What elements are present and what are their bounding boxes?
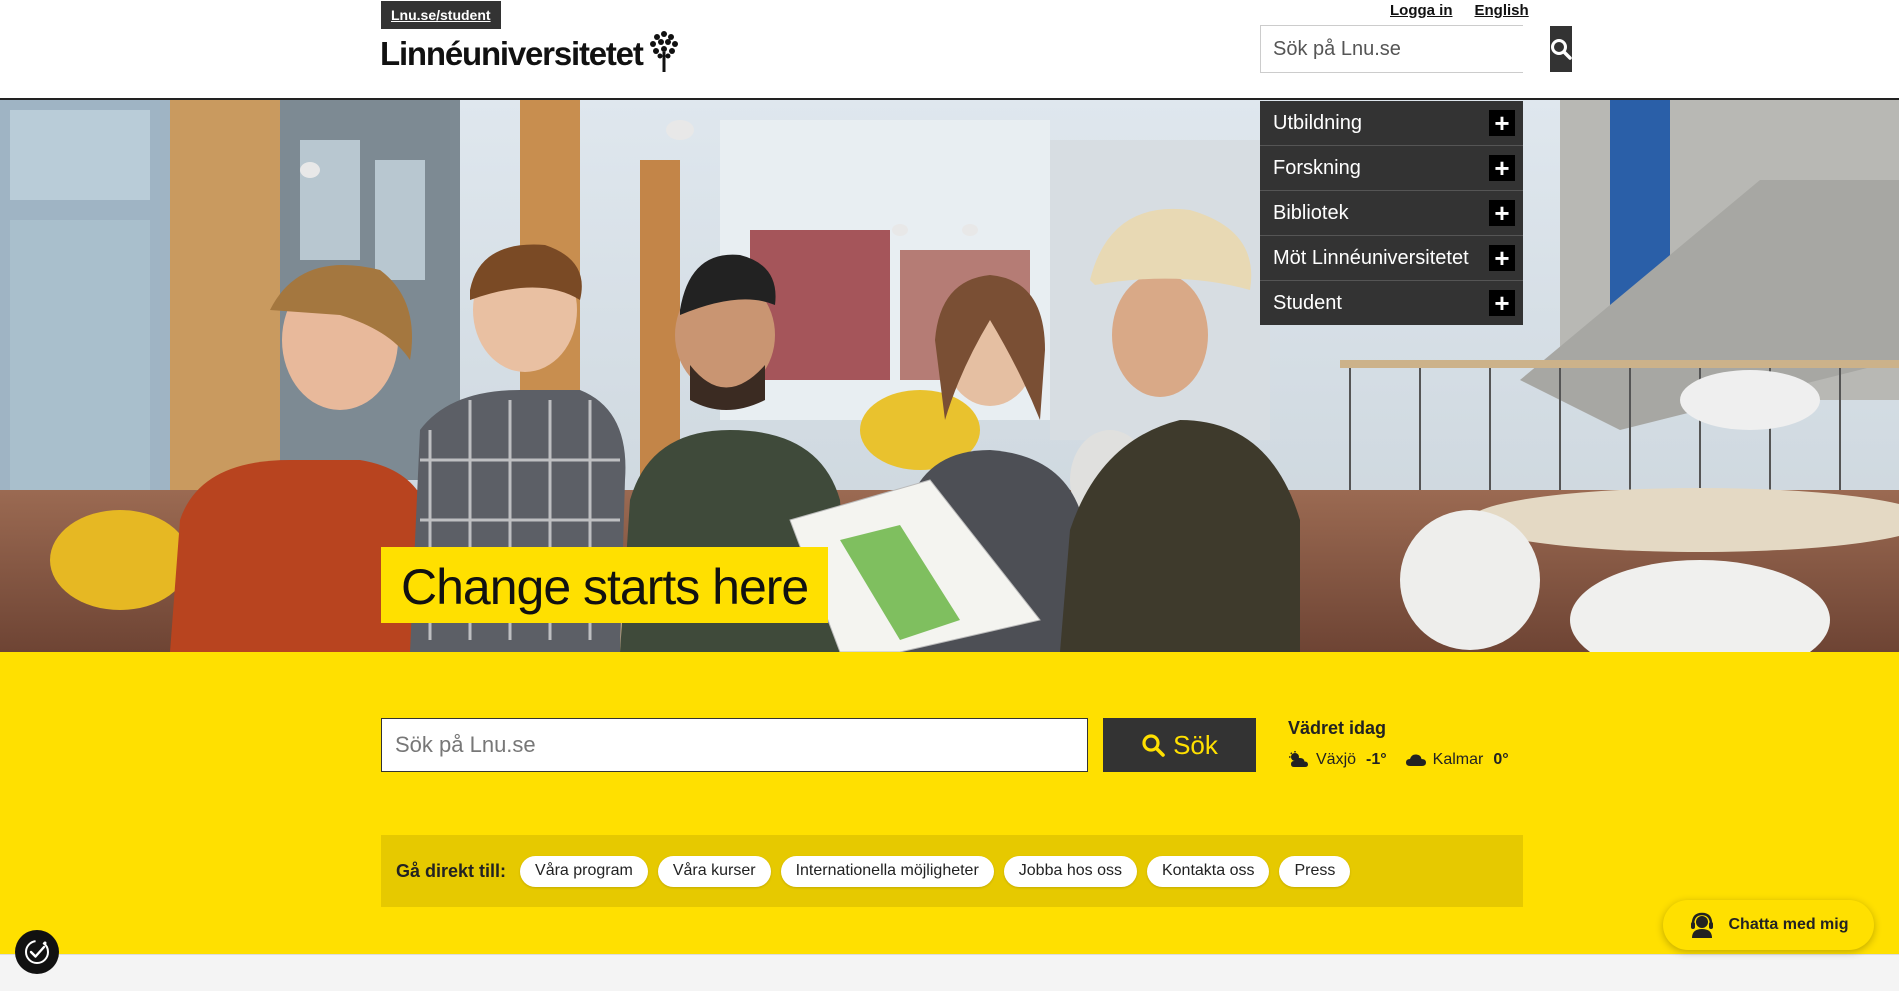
search-icon	[1551, 39, 1572, 60]
main-nav: Utbildning + Forskning + Bibliotek + Möt…	[1260, 101, 1523, 325]
quick-links: Gå direkt till: Våra program Våra kurser…	[381, 835, 1523, 907]
search-band	[0, 652, 1899, 954]
hero-tagline: Change starts here	[381, 547, 829, 623]
weather-city: Växjö -1°	[1288, 751, 1387, 769]
header-search-button[interactable]	[1550, 26, 1572, 72]
plus-icon[interactable]: +	[1489, 155, 1515, 181]
english-link[interactable]: English	[1475, 2, 1529, 19]
logo-text: Linnéuniversitetet	[380, 35, 644, 72]
cookie-check-icon	[25, 940, 49, 964]
nav-item-utbildning[interactable]: Utbildning +	[1260, 101, 1523, 146]
student-link[interactable]: Lnu.se/student	[381, 1, 501, 29]
nav-item-label: Utbildning	[1273, 111, 1362, 134]
weather-title: Vädret idag	[1288, 718, 1387, 738]
nav-item-label: Möt Linnéuniversitetet	[1273, 246, 1469, 269]
login-link[interactable]: Logga in	[1390, 2, 1453, 19]
partly-cloudy-icon	[1289, 751, 1308, 767]
search-icon	[1142, 734, 1165, 757]
weather-widget: Vädret idag Växjö -1° Kalmar 0°	[1288, 718, 1509, 769]
weather-city-name: Kalmar	[1432, 751, 1484, 768]
quick-links-label: Gå direkt till:	[396, 860, 507, 881]
main-search	[381, 718, 1088, 772]
logo[interactable]: Linnéuniversitetet	[380, 31, 681, 74]
quick-link-international[interactable]: Internationella möjligheter	[780, 855, 994, 887]
quick-link-press[interactable]: Press	[1279, 855, 1351, 887]
header-search-input[interactable]	[1261, 26, 1550, 72]
nav-item-mot-lnu[interactable]: Möt Linnéuniversitetet +	[1260, 236, 1523, 281]
header-search	[1260, 25, 1572, 73]
weather-city: Kalmar 0°	[1405, 751, 1509, 769]
site-header: Lnu.se/student Linnéuniversitetet Logga …	[0, 0, 1899, 100]
nav-item-student[interactable]: Student +	[1260, 281, 1523, 325]
weather-row: Växjö -1° Kalmar 0°	[1288, 751, 1509, 769]
quick-link-courses[interactable]: Våra kurser	[657, 855, 771, 887]
weather-temp: -1°	[1366, 751, 1387, 768]
search-button-label: Sök	[1173, 729, 1218, 760]
page-bottom	[0, 954, 1899, 991]
cloud-icon	[1405, 754, 1426, 766]
top-links: Logga in English	[1390, 2, 1529, 19]
nav-item-bibliotek[interactable]: Bibliotek +	[1260, 191, 1523, 236]
nav-item-label: Student	[1273, 291, 1342, 314]
weather-city-name: Växjö	[1316, 751, 1357, 768]
chat-button[interactable]: Chatta med mig	[1663, 900, 1874, 950]
chat-label: Chatta med mig	[1728, 916, 1849, 933]
nav-item-label: Bibliotek	[1273, 201, 1349, 224]
plus-icon[interactable]: +	[1489, 110, 1515, 136]
quick-link-jobs[interactable]: Jobba hos oss	[1003, 855, 1137, 887]
quick-link-programs[interactable]: Våra program	[520, 855, 648, 887]
plus-icon[interactable]: +	[1489, 200, 1515, 226]
nav-item-forskning[interactable]: Forskning +	[1260, 146, 1523, 191]
main-search-input[interactable]	[382, 719, 1087, 771]
weather-temp: 0°	[1493, 751, 1509, 768]
cookie-settings-button[interactable]	[15, 930, 59, 974]
hero: Change starts here	[0, 100, 1899, 652]
chat-agent-icon	[1691, 912, 1714, 938]
plus-icon[interactable]: +	[1489, 290, 1515, 316]
tree-logo-icon	[649, 31, 678, 72]
hero-photo	[0, 100, 1899, 652]
quick-link-contact[interactable]: Kontakta oss	[1146, 855, 1270, 887]
search-button[interactable]: Sök	[1103, 718, 1256, 772]
nav-item-label: Forskning	[1273, 156, 1361, 179]
plus-icon[interactable]: +	[1489, 245, 1515, 271]
